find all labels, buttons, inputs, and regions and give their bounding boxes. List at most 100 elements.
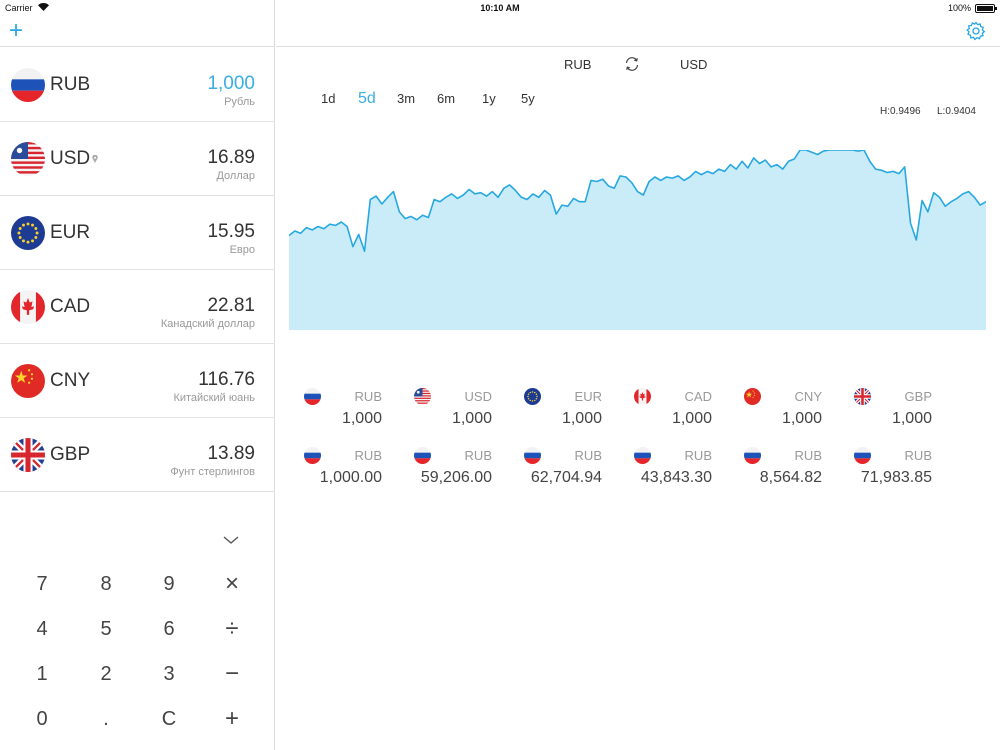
pair-to-currency[interactable]: USD xyxy=(680,57,707,72)
conversion-value: 1,000 xyxy=(671,410,712,427)
conversion-cell: RUB 71,983.85 xyxy=(850,444,960,488)
conversion-value: 1,000 xyxy=(891,410,932,427)
currency-amount[interactable]: 22.81 xyxy=(207,295,255,317)
multiply-key[interactable]: × xyxy=(200,562,264,606)
currency-amount[interactable]: 16.89 xyxy=(207,147,255,169)
flag-gb-icon xyxy=(11,438,45,472)
period-tab-6m[interactable]: 6m xyxy=(437,91,455,106)
flag-ca-icon xyxy=(11,290,45,324)
key-2[interactable]: 2 xyxy=(74,652,138,696)
key-4[interactable]: 4 xyxy=(10,607,74,651)
conversion-cell: RUB 62,704.94 xyxy=(520,444,630,488)
conversion-code: CAD xyxy=(684,389,712,404)
currency-name: Фунт стерлингов xyxy=(170,466,255,478)
swap-icon[interactable] xyxy=(624,56,640,72)
conversion-value: 1,000 xyxy=(781,410,822,427)
high-value: H:0.9496 xyxy=(880,106,921,117)
flag-gb-icon xyxy=(854,388,871,405)
conversion-cell: GBP 1,000 xyxy=(850,385,960,429)
flag-ru-icon xyxy=(304,388,321,405)
conversion-value: 1,000.00 xyxy=(319,469,382,486)
conversion-value: 1,000 xyxy=(451,410,492,427)
flag-ru-icon xyxy=(634,447,651,464)
chevron-down-icon[interactable] xyxy=(223,532,239,548)
key-5[interactable]: 5 xyxy=(74,607,138,651)
conversion-cell: RUB 43,843.30 xyxy=(630,444,740,488)
conversion-code: CNY xyxy=(794,389,822,404)
right-toolbar xyxy=(276,16,1000,47)
conversion-code: RUB xyxy=(464,448,492,463)
currency-amount[interactable]: 116.76 xyxy=(198,369,255,391)
key-0[interactable]: 0 xyxy=(10,697,74,741)
currency-code: EUR xyxy=(50,222,91,243)
currency-name: Канадский доллар xyxy=(160,318,255,330)
battery-icon xyxy=(975,4,997,13)
conversion-cell: RUB 59,206.00 xyxy=(410,444,520,488)
conversion-value: 8,564.82 xyxy=(759,469,822,486)
key-7[interactable]: 7 xyxy=(10,562,74,606)
conversion-code: USD xyxy=(464,389,492,404)
conversion-value: 71,983.85 xyxy=(860,469,932,486)
chart-area xyxy=(289,150,986,330)
conversion-value: 59,206.00 xyxy=(420,469,492,486)
flag-ru-icon xyxy=(854,447,871,464)
conversion-value: 1,000 xyxy=(341,410,382,427)
currency-code: USD xyxy=(50,148,91,169)
conversion-code: EUR xyxy=(574,389,602,404)
conversion-cell: CNY 1,000 xyxy=(740,385,850,429)
currency-amount[interactable]: 13.89 xyxy=(207,443,255,465)
flag-us-icon xyxy=(414,388,431,405)
conversion-code: GBP xyxy=(904,389,932,404)
flag-us-icon xyxy=(11,142,45,176)
plus-key[interactable]: + xyxy=(200,697,264,741)
currency-name: Евро xyxy=(229,244,255,256)
conversion-value: 43,843.30 xyxy=(640,469,712,486)
conversion-cell: CAD 1,000 xyxy=(630,385,740,429)
conversion-cell: RUB 1,000 xyxy=(300,385,410,429)
flag-ru-icon xyxy=(304,447,321,464)
key-3[interactable]: 3 xyxy=(137,652,201,696)
key-6[interactable]: 6 xyxy=(137,607,201,651)
converter-pane: + RUB 1,000 Рубль USD 16.89 Доллар EUR 15.95 Евр… xyxy=(0,0,275,750)
flag-cn-icon xyxy=(744,388,761,405)
clear-key[interactable]: C xyxy=(137,697,201,741)
battery-percentage: 100% xyxy=(947,3,971,13)
currency-name: Доллар xyxy=(216,170,255,182)
left-toolbar: + xyxy=(0,16,275,47)
conversion-cell: RUB 1,000.00 xyxy=(300,444,410,488)
currency-list: RUB 1,000 Рубль USD 16.89 Доллар EUR 15.95 Евро C… xyxy=(0,48,275,492)
period-tab-5y[interactable]: 5y xyxy=(521,91,535,106)
period-tab-5d[interactable]: 5d xyxy=(358,90,376,108)
currency-row-rub[interactable]: RUB 1,000 Рубль xyxy=(0,48,275,122)
flag-ru-icon xyxy=(524,447,541,464)
gear-icon[interactable] xyxy=(966,21,986,41)
conversion-value: 1,000 xyxy=(561,410,602,427)
flag-cn-icon xyxy=(11,364,45,398)
flag-ru-icon xyxy=(11,68,45,102)
period-tab-1y[interactable]: 1y xyxy=(482,91,496,106)
period-tab-1d[interactable]: 1d xyxy=(321,91,335,106)
key-8[interactable]: 8 xyxy=(74,562,138,606)
currency-row-usd[interactable]: USD 16.89 Доллар xyxy=(0,122,275,196)
currency-amount[interactable]: 1,000 xyxy=(207,73,255,95)
minus-key[interactable]: − xyxy=(200,652,264,696)
conversion-code: RUB xyxy=(684,448,712,463)
flag-eu-icon xyxy=(11,216,45,250)
currency-row-cad[interactable]: CAD 22.81 Канадский доллар xyxy=(0,270,275,344)
divide-key[interactable]: ÷ xyxy=(200,607,264,651)
decimal-key[interactable]: . xyxy=(74,697,138,741)
rate-chart xyxy=(289,150,986,330)
currency-row-eur[interactable]: EUR 15.95 Евро xyxy=(0,196,275,270)
pair-from-currency[interactable]: RUB xyxy=(564,57,591,72)
flag-ca-icon xyxy=(634,388,651,405)
currency-code: CNY xyxy=(50,370,91,391)
key-9[interactable]: 9 xyxy=(137,562,201,606)
currency-amount[interactable]: 15.95 xyxy=(207,221,255,243)
conversion-code: RUB xyxy=(354,448,382,463)
currency-row-cny[interactable]: CNY 116.76 Китайский юань xyxy=(0,344,275,418)
currency-code: CAD xyxy=(50,296,91,317)
period-tab-3m[interactable]: 3m xyxy=(397,91,415,106)
currency-row-gbp[interactable]: GBP 13.89 Фунт стерлингов xyxy=(0,418,275,492)
key-1[interactable]: 1 xyxy=(10,652,74,696)
add-currency-button[interactable]: + xyxy=(9,19,23,43)
